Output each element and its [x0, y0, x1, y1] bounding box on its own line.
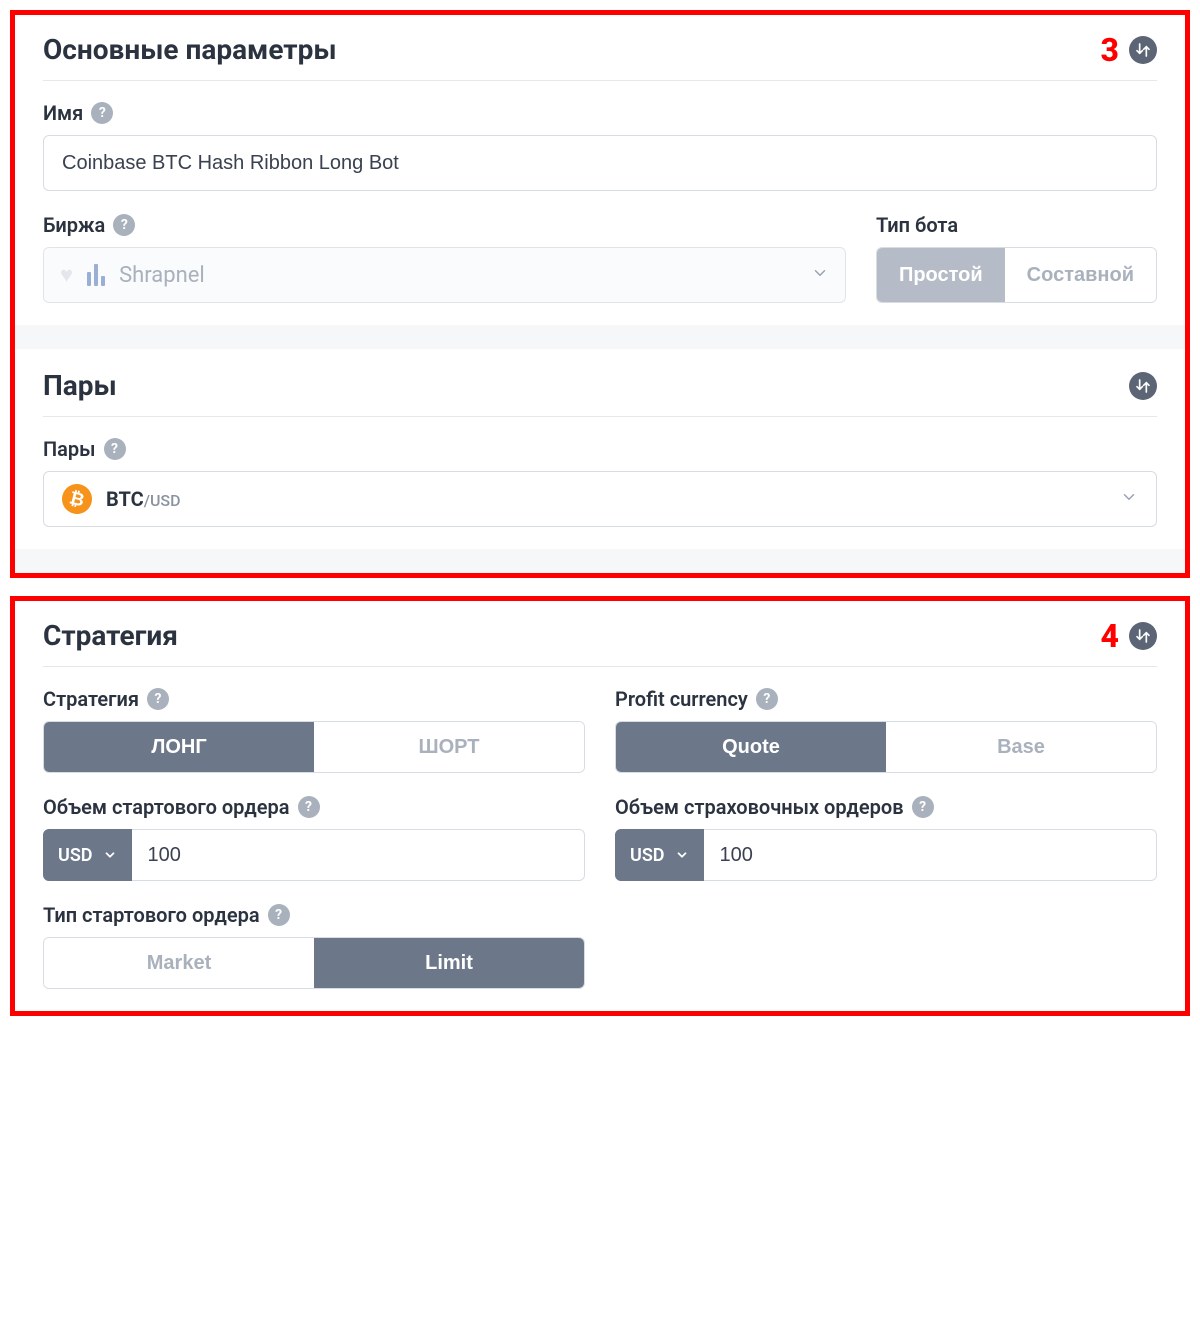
- bot-type-label: Тип бота: [876, 213, 958, 237]
- start-order-value-input[interactable]: [132, 829, 585, 881]
- pair-select[interactable]: ₿ BTC/USD: [43, 471, 1157, 527]
- profit-currency-label-row: Profit currency ?: [615, 687, 1157, 711]
- pair-quote: /USD: [144, 491, 181, 510]
- field-name: Имя ?: [43, 101, 1157, 191]
- strategy-toggle: ЛОНГ ШОРТ: [43, 721, 585, 773]
- header-right-pairs: [1129, 372, 1157, 400]
- section-header-main: Основные параметры 3: [43, 33, 1157, 81]
- bot-type-composite-button[interactable]: Составной: [1005, 248, 1156, 302]
- section-main-settings: Основные параметры 3 Имя ? Биржа: [15, 15, 1185, 325]
- heart-icon: ♥: [60, 262, 73, 288]
- profit-currency-toggle: Quote Base: [615, 721, 1157, 773]
- section-gap: [15, 325, 1185, 349]
- help-icon[interactable]: ?: [104, 438, 126, 460]
- section-pairs: Пары Пары ? ₿ BTC/USD: [15, 349, 1185, 549]
- safety-order-volume-label: Объем страховочных ордеров: [615, 795, 904, 819]
- annotation-number-3: 3: [1101, 34, 1119, 66]
- help-icon[interactable]: ?: [147, 688, 169, 710]
- start-order-volume-label-row: Объем стартового ордера ?: [43, 795, 585, 819]
- profit-currency-quote-button[interactable]: Quote: [616, 722, 886, 772]
- start-order-input-group: USD: [43, 829, 585, 881]
- bot-type-toggle: Простой Составной: [876, 247, 1157, 303]
- swap-icon[interactable]: [1129, 36, 1157, 64]
- exchange-label: Биржа: [43, 213, 105, 237]
- swap-icon[interactable]: [1129, 372, 1157, 400]
- pair-text: BTC/USD: [106, 487, 181, 511]
- panel-main-and-pairs: Основные параметры 3 Имя ? Биржа: [10, 10, 1190, 578]
- start-order-type-label-row: Тип стартового ордера ?: [43, 903, 585, 927]
- chevron-down-icon: [675, 848, 689, 862]
- main-settings-title: Основные параметры: [43, 33, 337, 66]
- pairs-title: Пары: [43, 369, 117, 402]
- name-label: Имя: [43, 101, 83, 125]
- strategy-title: Стратегия: [43, 619, 178, 652]
- start-order-type-toggle: Market Limit: [43, 937, 585, 989]
- chevron-down-icon: [811, 264, 829, 286]
- safety-order-input-group: USD: [615, 829, 1157, 881]
- safety-order-currency: USD: [630, 845, 665, 866]
- safety-order-value-input[interactable]: [704, 829, 1157, 881]
- help-icon[interactable]: ?: [113, 214, 135, 236]
- swap-icon[interactable]: [1129, 622, 1157, 650]
- chevron-down-icon: [1120, 488, 1138, 510]
- section-header-pairs: Пары: [43, 369, 1157, 417]
- field-profit-currency: Profit currency ? Quote Base: [615, 687, 1157, 773]
- strategy-label: Стратегия: [43, 687, 139, 711]
- pair-base: BTC: [106, 487, 144, 511]
- header-right-main: 3: [1101, 34, 1157, 66]
- order-type-market-button[interactable]: Market: [44, 938, 314, 988]
- help-icon[interactable]: ?: [91, 102, 113, 124]
- field-safety-order-volume: Объем страховочных ордеров ? USD: [615, 795, 1157, 881]
- field-bot-type: Тип бота Простой Составной: [876, 213, 1157, 303]
- exchange-logo-icon: [87, 264, 105, 286]
- help-icon[interactable]: ?: [298, 796, 320, 818]
- exchange-select[interactable]: ♥ Shrapnel: [43, 247, 846, 303]
- exchange-label-row: Биржа ?: [43, 213, 846, 237]
- safety-order-volume-label-row: Объем страховочных ордеров ?: [615, 795, 1157, 819]
- section-header-strategy: Стратегия 4: [43, 619, 1157, 667]
- start-order-volume-label: Объем стартового ордера: [43, 795, 290, 819]
- help-icon[interactable]: ?: [912, 796, 934, 818]
- strategy-long-button[interactable]: ЛОНГ: [44, 722, 314, 772]
- order-type-limit-button[interactable]: Limit: [314, 938, 584, 988]
- panel-strategy: Стратегия 4 Стратегия ? ЛОНГ ШОРТ: [10, 596, 1190, 1016]
- field-start-order-type: Тип стартового ордера ? Market Limit: [43, 903, 585, 989]
- bot-type-label-row: Тип бота: [876, 213, 1157, 237]
- profit-currency-base-button[interactable]: Base: [886, 722, 1156, 772]
- help-icon[interactable]: ?: [756, 688, 778, 710]
- start-order-currency-select[interactable]: USD: [43, 829, 132, 881]
- annotation-number-4: 4: [1101, 620, 1119, 652]
- strategy-label-row: Стратегия ?: [43, 687, 585, 711]
- safety-order-currency-select[interactable]: USD: [615, 829, 704, 881]
- start-order-currency: USD: [58, 845, 93, 866]
- start-order-type-label: Тип стартового ордера: [43, 903, 260, 927]
- field-strategy: Стратегия ? ЛОНГ ШОРТ: [43, 687, 585, 773]
- section-strategy: Стратегия 4 Стратегия ? ЛОНГ ШОРТ: [15, 601, 1185, 1011]
- empty-col: [615, 903, 1157, 989]
- name-input[interactable]: [43, 135, 1157, 191]
- pairs-label: Пары: [43, 437, 96, 461]
- bitcoin-icon: ₿: [59, 481, 95, 517]
- bot-type-simple-button[interactable]: Простой: [877, 248, 1005, 302]
- exchange-value: Shrapnel: [119, 263, 797, 288]
- field-start-order-volume: Объем стартового ордера ? USD: [43, 795, 585, 881]
- header-right-strategy: 4: [1101, 620, 1157, 652]
- chevron-down-icon: [103, 848, 117, 862]
- profit-currency-label: Profit currency: [615, 687, 748, 711]
- help-icon[interactable]: ?: [268, 904, 290, 926]
- name-label-row: Имя ?: [43, 101, 1157, 125]
- pairs-label-row: Пары ?: [43, 437, 1157, 461]
- field-exchange: Биржа ? ♥ Shrapnel: [43, 213, 846, 303]
- section-gap: [15, 549, 1185, 573]
- strategy-short-button[interactable]: ШОРТ: [314, 722, 584, 772]
